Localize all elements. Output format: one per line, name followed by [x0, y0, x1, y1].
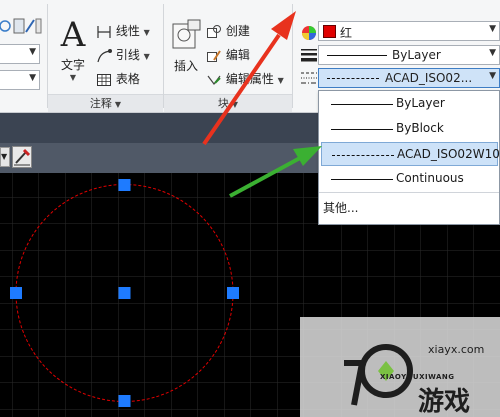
layer-state-combo[interactable]: ▼	[0, 70, 40, 90]
linetype-icon	[301, 72, 317, 84]
grid	[0, 173, 320, 417]
linetype-preview-line	[331, 179, 393, 180]
grip-bottom[interactable]	[118, 395, 131, 407]
edit-block-button[interactable]: 编辑	[206, 46, 290, 66]
linear-label: 线性	[115, 24, 140, 38]
chevron-down-icon: ▼	[489, 48, 496, 58]
chevron-down-icon: ▼	[29, 47, 36, 57]
layer-combo[interactable]: ▼	[0, 44, 40, 64]
insert-label: 插入	[173, 59, 198, 73]
chevron-down-icon: ▼	[231, 100, 239, 109]
other-label: 其他...	[323, 201, 359, 215]
linear-dimension-button[interactable]: 线性 ▼	[96, 22, 162, 42]
linetype-option-bylayer[interactable]: ByLayer	[321, 92, 498, 116]
chevron-down-icon: ▼	[29, 73, 36, 83]
chevron-down-icon: ▼	[489, 24, 496, 34]
create-label: 创建	[225, 24, 250, 38]
linetype-preview-line	[331, 129, 393, 130]
drawing-svg	[0, 173, 320, 417]
chevron-down-icon: ▼	[143, 28, 150, 37]
linetype-other-option[interactable]: 其他...	[323, 199, 493, 219]
linetype-option-label: ByBlock	[396, 121, 444, 135]
edit-attributes-icon	[207, 75, 221, 85]
leader-icon	[97, 48, 112, 62]
lineweight-value: ByLayer	[392, 48, 441, 62]
insert-block-button[interactable]: 插入	[168, 18, 204, 82]
layer-panel-fragment: ▼ ▼	[0, 0, 48, 112]
linetype-preview	[327, 78, 379, 79]
edit-attrib-label: 编辑属性	[225, 72, 274, 86]
layer-state-icon	[0, 18, 42, 34]
grip-left[interactable]	[10, 287, 22, 299]
dropdown-divider	[319, 192, 499, 193]
edit-attributes-button[interactable]: 编辑属性 ▼	[206, 70, 292, 90]
annotation-panel-title[interactable]: 注释 ▼	[48, 95, 163, 112]
chevron-down-icon: ▼	[143, 52, 150, 61]
edit-label: 编辑	[225, 48, 250, 62]
watermark-site: xiayx.com	[428, 343, 485, 356]
color-wheel-icon	[302, 26, 316, 40]
block-panel-title[interactable]: 块 ▼	[164, 95, 292, 112]
chevron-down-icon: ▼	[69, 73, 77, 82]
linetype-value: ACAD_ISO02...	[385, 71, 473, 85]
layer-toolbar-icons[interactable]	[0, 16, 42, 36]
view-dropdown[interactable]: ▼	[0, 147, 10, 167]
table-label: 表格	[115, 72, 140, 86]
linetype-combo[interactable]: ACAD_ISO02... ▼	[318, 68, 500, 88]
brush-icon	[14, 148, 31, 166]
red-swatch	[323, 25, 336, 38]
grip-center[interactable]	[118, 287, 131, 299]
linetype-preview-line	[331, 104, 393, 105]
linetype-option-label: ACAD_ISO02W100	[397, 147, 500, 161]
chevron-down-icon: ▼	[114, 100, 122, 109]
lineweight-preview	[327, 55, 387, 56]
chevron-down-icon: ▼	[1, 152, 8, 161]
lineweight-combo[interactable]: ByLayer ▼	[318, 45, 500, 65]
leader-button[interactable]: 引线 ▼	[96, 46, 162, 66]
linetype-dropdown-list: ByLayer ByBlock ACAD_ISO02W100 Continuou…	[318, 90, 500, 225]
linetype-option-byblock[interactable]: ByBlock	[321, 117, 498, 141]
linetype-preview-line	[332, 155, 394, 156]
watermark-pinyin: XIAOYOUXIWANG	[380, 373, 455, 381]
linetype-option-label: ByLayer	[396, 96, 445, 110]
drawing-canvas[interactable]	[0, 173, 320, 417]
view-toolbar: ▼	[0, 143, 320, 173]
table-button[interactable]: 表格	[96, 70, 162, 90]
linear-dimension-icon	[97, 25, 111, 38]
watermark-label: 游戏	[418, 387, 471, 417]
create-block-icon	[207, 24, 221, 38]
leader-label: 引线	[115, 48, 140, 62]
color-value: 红	[340, 26, 353, 40]
watermark: xiayx.com XIAOYOUXIWANG 游戏	[300, 317, 500, 417]
match-properties-button[interactable]	[12, 146, 32, 168]
edit-block-icon	[207, 49, 221, 62]
linetype-option-continuous[interactable]: Continuous	[321, 167, 498, 191]
grip-right[interactable]	[227, 287, 239, 299]
text-icon: A	[60, 15, 86, 55]
chevron-down-icon: ▼	[489, 71, 496, 81]
table-icon	[97, 73, 111, 86]
text-button[interactable]: A 文字 ▼	[54, 15, 92, 82]
color-combo[interactable]: 红 ▼	[318, 21, 500, 41]
text-label: 文字	[60, 58, 85, 72]
grip-top[interactable]	[118, 179, 131, 191]
create-block-button[interactable]: 创建	[206, 22, 290, 42]
ribbon-tab-strip	[0, 113, 320, 143]
lineweight-icon	[301, 49, 317, 62]
chevron-down-icon: ▼	[277, 76, 284, 85]
insert-block-icon	[172, 19, 201, 49]
watermark-logo	[344, 344, 413, 406]
linetype-option-acad-iso02w100[interactable]: ACAD_ISO02W100	[321, 142, 500, 166]
linetype-option-label: Continuous	[396, 171, 464, 185]
